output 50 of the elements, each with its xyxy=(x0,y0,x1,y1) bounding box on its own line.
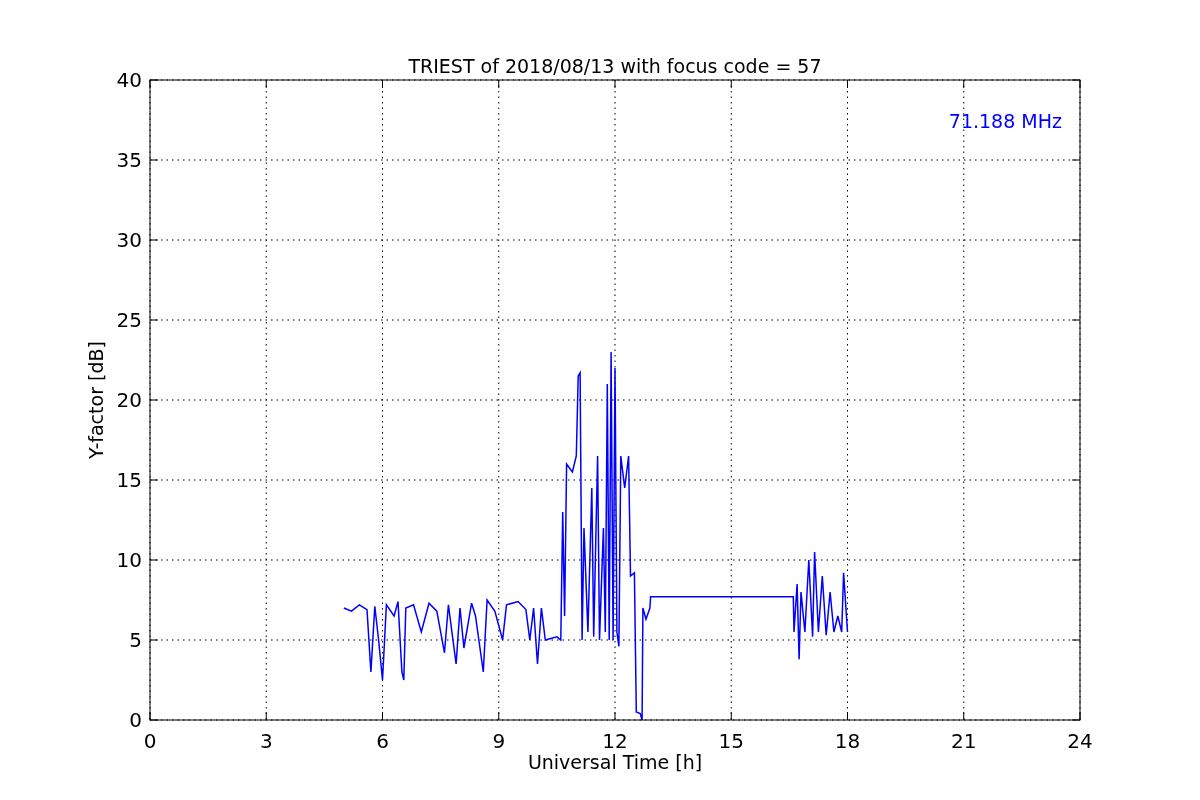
x-tick-label: 6 xyxy=(376,729,389,753)
y-axis-label: Y-factor [dB] xyxy=(85,341,107,459)
tick-mark xyxy=(847,79,848,89)
tick-mark xyxy=(1071,239,1081,241)
x-tick-label: 15 xyxy=(718,729,744,753)
tick-mark xyxy=(963,79,965,89)
tick-mark xyxy=(149,239,159,241)
y-tick-label: 15 xyxy=(116,468,142,492)
tick-mark xyxy=(382,79,383,89)
y-tick-label: 0 xyxy=(129,708,142,732)
tick-mark xyxy=(149,159,159,161)
tick-mark xyxy=(1071,399,1081,401)
tick-mark xyxy=(614,79,616,89)
frequency-annotation: 71.188 MHz xyxy=(948,110,1062,132)
x-tick-label: 12 xyxy=(602,729,628,753)
x-tick-label: 0 xyxy=(143,729,157,753)
tick-mark xyxy=(382,711,383,721)
tick-mark xyxy=(1071,159,1081,161)
y-tick-label: 25 xyxy=(116,308,142,332)
y-tick-label: 5 xyxy=(129,628,142,652)
tick-mark xyxy=(498,79,500,89)
tick-mark xyxy=(1071,479,1081,481)
tick-mark xyxy=(1071,639,1081,641)
tick-mark xyxy=(149,399,159,401)
tick-mark xyxy=(265,79,267,89)
tick-mark xyxy=(149,479,159,481)
tick-mark xyxy=(498,711,500,721)
tick-mark xyxy=(614,711,616,721)
tick-mark xyxy=(963,711,965,721)
tick-mark xyxy=(1071,319,1081,321)
tick-mark xyxy=(1071,559,1081,561)
tick-mark xyxy=(730,79,732,89)
y-tick-label: 30 xyxy=(116,228,142,252)
x-tick-label: 18 xyxy=(834,729,861,753)
y-tick-label: 40 xyxy=(116,68,142,92)
x-axis-label: Universal Time [h] xyxy=(527,751,703,773)
tick-mark xyxy=(847,711,848,721)
x-tick-label: 24 xyxy=(1067,729,1093,753)
tick-mark xyxy=(730,711,732,721)
tick-mark xyxy=(149,319,159,321)
tick-mark xyxy=(149,639,159,641)
x-tick-label: 3 xyxy=(259,729,273,753)
x-tick-label: 9 xyxy=(492,729,506,753)
y-tick-label: 20 xyxy=(116,388,142,412)
y-tick-label: 10 xyxy=(116,548,142,572)
tick-mark xyxy=(265,711,267,721)
y-tick-label: 35 xyxy=(116,148,142,172)
tick-mark xyxy=(149,559,159,561)
chart-title: TRIEST of 2018/08/13 with focus code = 57 xyxy=(408,55,822,77)
x-tick-label: 21 xyxy=(951,729,977,753)
